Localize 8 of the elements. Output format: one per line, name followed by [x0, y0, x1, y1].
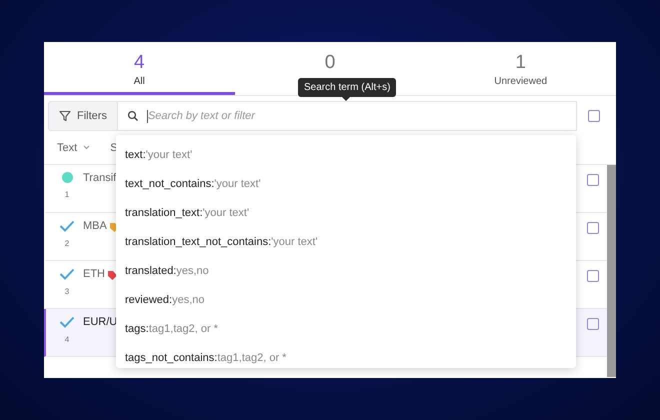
source-text: EUR/U — [83, 315, 118, 330]
row-number: 1 — [64, 190, 70, 199]
source-text: ETH — [83, 267, 105, 282]
row-number: 2 — [64, 239, 70, 248]
source-text: Transif — [83, 171, 116, 186]
row-number: 4 — [64, 335, 70, 344]
source-text: MBA — [83, 219, 107, 234]
row-number: 3 — [64, 287, 70, 296]
